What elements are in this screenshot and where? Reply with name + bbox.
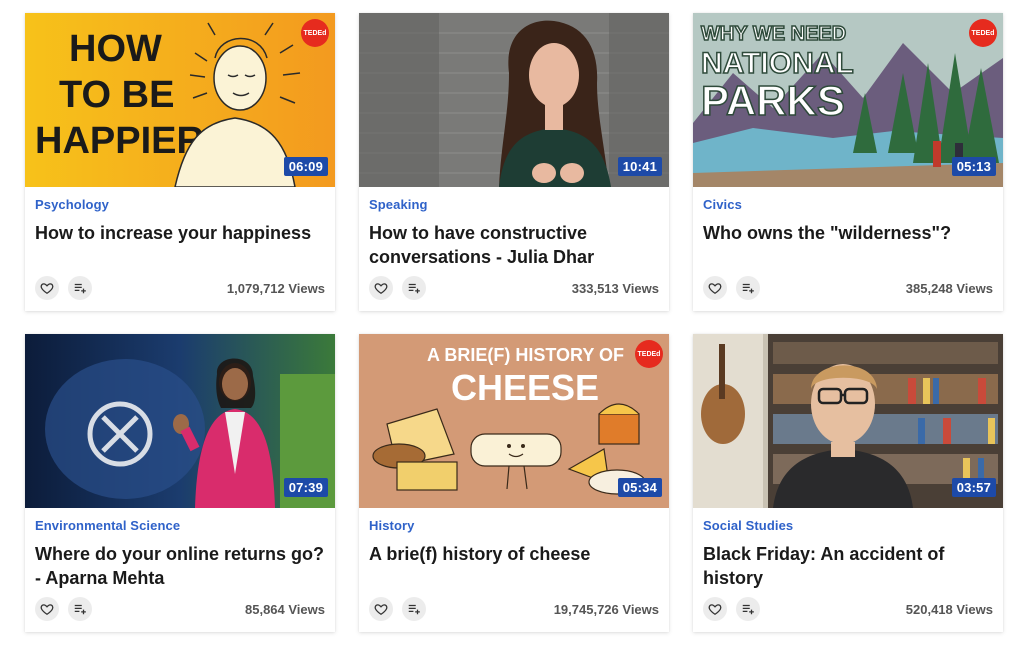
view-count: 85,864 Views bbox=[245, 601, 325, 617]
video-card[interactable]: HOW TO BE HAPPIER TEDEd 06:09 Psychology… bbox=[25, 13, 335, 311]
video-card[interactable]: 03:57 Social Studies Black Friday: An ac… bbox=[693, 334, 1003, 632]
like-button[interactable] bbox=[35, 597, 59, 621]
video-title[interactable]: How to increase your happiness bbox=[35, 221, 325, 245]
video-thumbnail[interactable]: HOW TO BE HAPPIER TEDEd 06:09 bbox=[25, 13, 335, 187]
video-title[interactable]: A brie(f) history of cheese bbox=[369, 542, 659, 566]
thumb-text-line: HAPPIER bbox=[35, 120, 204, 162]
video-thumbnail[interactable]: 03:57 bbox=[693, 334, 1003, 508]
playlist-add-icon bbox=[74, 283, 86, 294]
like-button[interactable] bbox=[369, 597, 393, 621]
category-link[interactable]: History bbox=[369, 518, 659, 533]
video-title[interactable]: Who owns the "wilderness"? bbox=[703, 221, 993, 245]
like-button[interactable] bbox=[703, 276, 727, 300]
view-count: 19,745,726 Views bbox=[553, 601, 659, 617]
category-link[interactable]: Speaking bbox=[369, 197, 659, 212]
playlist-add-icon bbox=[742, 283, 754, 294]
heart-icon bbox=[40, 283, 54, 295]
duration-badge: 07:39 bbox=[283, 478, 328, 497]
video-thumbnail[interactable]: A BRIE(F) HISTORY OF CHEESE TEDEd 05:34 bbox=[359, 334, 669, 508]
thumb-text-line: TO BE bbox=[59, 74, 174, 116]
video-card[interactable]: 07:39 Environmental Science Where do you… bbox=[25, 334, 335, 632]
category-link[interactable]: Environmental Science bbox=[35, 518, 325, 533]
thumb-text-line: HOW bbox=[69, 28, 162, 70]
heart-icon bbox=[708, 604, 722, 616]
playlist-add-icon bbox=[408, 283, 420, 294]
duration-badge: 05:34 bbox=[617, 478, 662, 497]
thumb-text-line: PARKS bbox=[701, 77, 845, 124]
ted-ed-logo: TEDEd bbox=[635, 340, 663, 368]
duration-badge: 05:13 bbox=[951, 157, 996, 176]
heart-icon bbox=[708, 283, 722, 295]
heart-icon bbox=[374, 283, 388, 295]
playlist-add-icon bbox=[742, 604, 754, 615]
add-to-list-button[interactable] bbox=[402, 597, 426, 621]
view-count: 385,248 Views bbox=[905, 280, 993, 296]
ted-ed-logo: TEDEd bbox=[301, 19, 329, 47]
add-to-list-button[interactable] bbox=[68, 597, 92, 621]
like-button[interactable] bbox=[703, 597, 727, 621]
view-count: 520,418 Views bbox=[905, 601, 993, 617]
view-count: 1,079,712 Views bbox=[226, 280, 325, 296]
thumb-text-line: WHY WE NEED bbox=[701, 23, 846, 45]
playlist-add-icon bbox=[74, 604, 86, 615]
duration-badge: 06:09 bbox=[283, 157, 328, 176]
video-grid: HOW TO BE HAPPIER TEDEd 06:09 Psychology… bbox=[0, 0, 1024, 649]
video-card[interactable]: 10:41 Speaking How to have constructive … bbox=[359, 13, 669, 311]
like-button[interactable] bbox=[35, 276, 59, 300]
video-card[interactable]: A BRIE(F) HISTORY OF CHEESE TEDEd 05:34 … bbox=[359, 334, 669, 632]
video-card[interactable]: WHY WE NEED NATIONAL PARKS TEDEd 05:13 C… bbox=[693, 13, 1003, 311]
like-button[interactable] bbox=[369, 276, 393, 300]
category-link[interactable]: Social Studies bbox=[703, 518, 993, 533]
add-to-list-button[interactable] bbox=[402, 276, 426, 300]
playlist-add-icon bbox=[408, 604, 420, 615]
video-thumbnail[interactable]: 07:39 bbox=[25, 334, 335, 508]
view-count: 333,513 Views bbox=[571, 280, 659, 296]
heart-icon bbox=[40, 604, 54, 616]
heart-icon bbox=[374, 604, 388, 616]
add-to-list-button[interactable] bbox=[736, 276, 760, 300]
ted-ed-logo: TEDEd bbox=[969, 19, 997, 47]
thumb-text-line: A BRIE(F) HISTORY OF bbox=[427, 345, 624, 365]
add-to-list-button[interactable] bbox=[736, 597, 760, 621]
video-title[interactable]: How to have constructive conversations -… bbox=[369, 221, 659, 269]
video-thumbnail[interactable]: 10:41 bbox=[359, 13, 669, 187]
category-link[interactable]: Civics bbox=[703, 197, 993, 212]
thumb-text-line: CHEESE bbox=[451, 367, 599, 408]
duration-badge: 10:41 bbox=[617, 157, 662, 176]
duration-badge: 03:57 bbox=[951, 478, 996, 497]
video-thumbnail[interactable]: WHY WE NEED NATIONAL PARKS TEDEd 05:13 bbox=[693, 13, 1003, 187]
category-link[interactable]: Psychology bbox=[35, 197, 325, 212]
video-title[interactable]: Where do your online returns go? - Aparn… bbox=[35, 542, 325, 590]
thumb-text-line: NATIONAL bbox=[701, 47, 854, 80]
add-to-list-button[interactable] bbox=[68, 276, 92, 300]
video-title[interactable]: Black Friday: An accident of history bbox=[703, 542, 993, 590]
